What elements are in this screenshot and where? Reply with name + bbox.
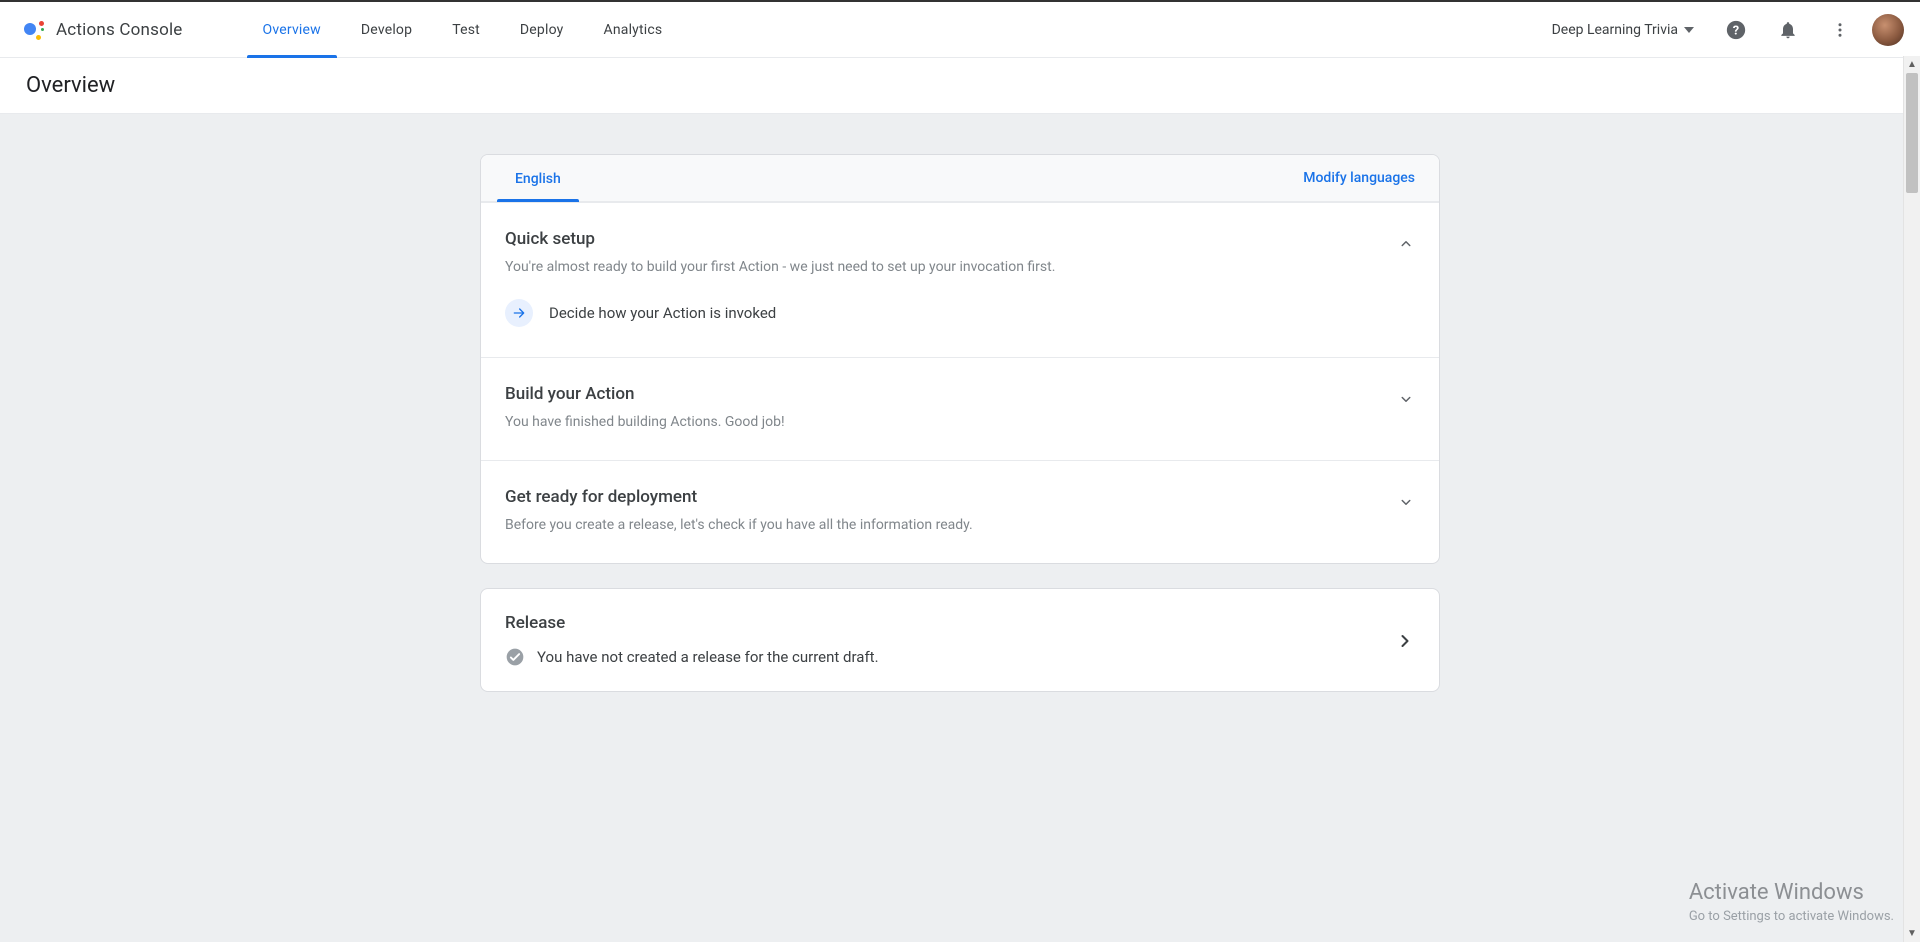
release-titles: Release You have not created a release f… xyxy=(505,613,879,667)
section-subtitle: Before you create a release, let's check… xyxy=(505,517,1381,533)
expand-button[interactable] xyxy=(1397,493,1415,511)
language-tab-english[interactable]: English xyxy=(497,155,579,201)
collapse-button[interactable] xyxy=(1397,235,1415,253)
setup-card: English Modify languages Quick setup You… xyxy=(480,154,1440,564)
chevron-right-icon xyxy=(1395,631,1415,651)
nav-tab-deploy[interactable]: Deploy xyxy=(500,2,584,57)
content-area: English Modify languages Quick setup You… xyxy=(0,114,1920,942)
help-icon: ? xyxy=(1725,19,1747,41)
nav-tab-analytics[interactable]: Analytics xyxy=(584,2,683,57)
more-vert-icon xyxy=(1831,21,1849,39)
chevron-down-icon xyxy=(1684,27,1694,33)
content-column: English Modify languages Quick setup You… xyxy=(480,154,1440,902)
chevron-down-icon xyxy=(1397,390,1415,408)
section-quick-setup-header[interactable]: Quick setup You're almost ready to build… xyxy=(505,229,1415,275)
task-label: Decide how your Action is invoked xyxy=(549,304,776,322)
release-status: You have not created a release for the c… xyxy=(505,647,879,667)
section-subtitle: You have finished building Actions. Good… xyxy=(505,414,1381,430)
nav-tab-develop[interactable]: Develop xyxy=(341,2,432,57)
release-open-button[interactable] xyxy=(1395,631,1415,651)
section-title: Get ready for deployment xyxy=(505,487,1381,507)
section-title: Build your Action xyxy=(505,384,1381,404)
chevron-up-icon xyxy=(1397,235,1415,253)
project-selector[interactable]: Deep Learning Trivia xyxy=(1542,16,1704,44)
help-button[interactable]: ? xyxy=(1716,10,1756,50)
vertical-scrollbar[interactable]: ▲ ▼ xyxy=(1903,56,1920,942)
arrow-right-icon xyxy=(505,299,533,327)
scroll-down-arrow-icon[interactable]: ▼ xyxy=(1904,925,1920,942)
app-title: Actions Console xyxy=(56,20,183,40)
section-deployment: Get ready for deployment Before you crea… xyxy=(481,460,1439,563)
release-status-text: You have not created a release for the c… xyxy=(537,648,879,666)
scroll-thumb[interactable] xyxy=(1906,73,1918,193)
section-titles: Build your Action You have finished buil… xyxy=(505,384,1381,430)
nav-tab-overview[interactable]: Overview xyxy=(243,2,341,57)
modify-languages-link[interactable]: Modify languages xyxy=(1303,170,1415,186)
expand-button[interactable] xyxy=(1397,390,1415,408)
user-avatar[interactable] xyxy=(1872,14,1904,46)
section-titles: Get ready for deployment Before you crea… xyxy=(505,487,1381,533)
section-deployment-header[interactable]: Get ready for deployment Before you crea… xyxy=(505,487,1415,533)
header-right: Deep Learning Trivia ? xyxy=(1542,10,1904,50)
more-menu-button[interactable] xyxy=(1820,10,1860,50)
release-title: Release xyxy=(505,613,879,633)
nav-tab-test[interactable]: Test xyxy=(432,2,500,57)
task-invocation[interactable]: Decide how your Action is invoked xyxy=(505,299,1415,327)
bell-icon xyxy=(1778,20,1798,40)
section-subtitle: You're almost ready to build your first … xyxy=(505,259,1381,275)
language-bar: English Modify languages xyxy=(481,155,1439,202)
assistant-logo-icon xyxy=(24,20,44,40)
section-titles: Quick setup You're almost ready to build… xyxy=(505,229,1381,275)
checkmark-circle-icon xyxy=(505,647,525,667)
section-build-action-header[interactable]: Build your Action You have finished buil… xyxy=(505,384,1415,430)
release-card[interactable]: Release You have not created a release f… xyxy=(480,588,1440,692)
chevron-down-icon xyxy=(1397,493,1415,511)
page-subheader: Overview xyxy=(0,58,1920,114)
section-build-action: Build your Action You have finished buil… xyxy=(481,357,1439,460)
global-header: Actions Console Overview Develop Test De… xyxy=(0,2,1920,58)
svg-text:?: ? xyxy=(1733,23,1739,38)
logo-area: Actions Console xyxy=(24,20,183,40)
project-name: Deep Learning Trivia xyxy=(1552,22,1678,38)
scroll-up-arrow-icon[interactable]: ▲ xyxy=(1904,56,1920,73)
section-quick-setup: Quick setup You're almost ready to build… xyxy=(481,202,1439,357)
notifications-button[interactable] xyxy=(1768,10,1808,50)
section-title: Quick setup xyxy=(505,229,1381,249)
nav-tabs: Overview Develop Test Deploy Analytics xyxy=(243,2,683,57)
page-title: Overview xyxy=(26,73,115,98)
